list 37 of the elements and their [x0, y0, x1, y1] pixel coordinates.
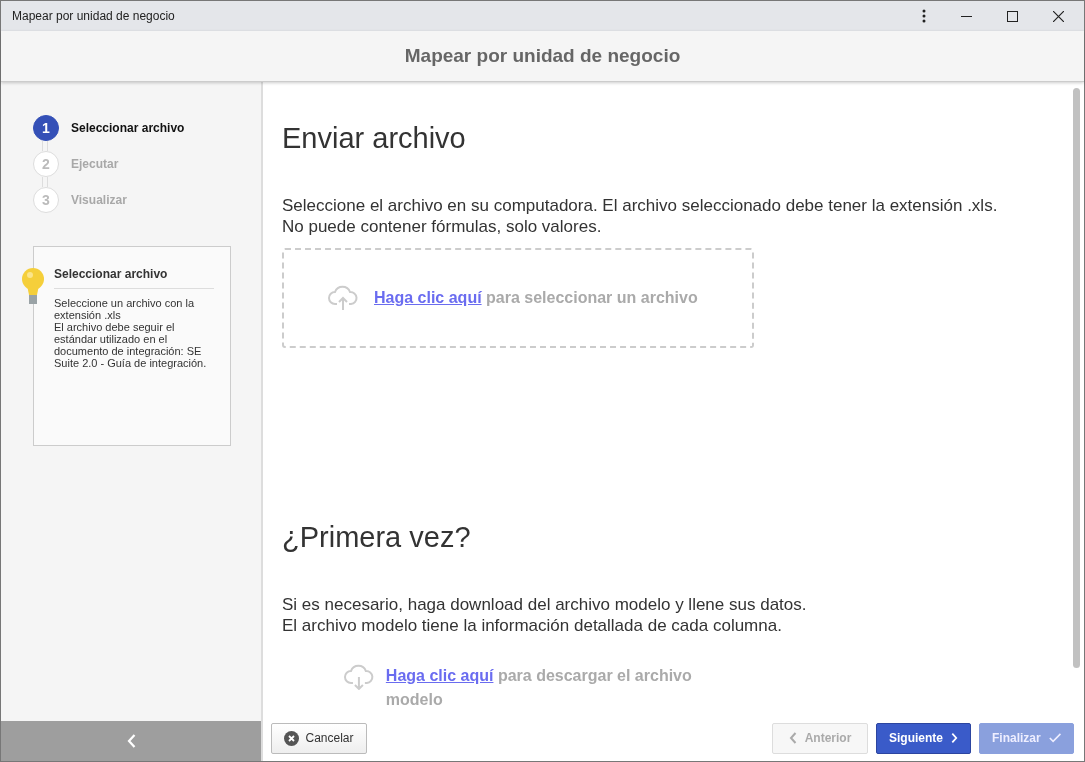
- step-label[interactable]: Ejecutar: [71, 157, 119, 171]
- select-file-link[interactable]: Haga clic aquí: [374, 289, 482, 306]
- download-model-link[interactable]: Haga clic aquí: [385, 667, 494, 684]
- step-label[interactable]: Seleccionar archivo: [71, 121, 185, 135]
- maximize-icon[interactable]: [1007, 10, 1018, 22]
- tip-title: Seleccionar archivo: [54, 267, 169, 281]
- window-title: Mapear por unidad de negocio: [12, 9, 175, 23]
- description-text: No puede contener fórmulas, solo valores.: [282, 216, 603, 237]
- cloud-upload-icon: [328, 285, 358, 311]
- description-text: El archivo modelo tiene la información detallada de cada columna.: [282, 615, 783, 636]
- drop-zone[interactable]: Haga clic aquí para seleccionar un archivo: [282, 248, 754, 348]
- close-icon[interactable]: [1053, 10, 1064, 22]
- chevron-right-icon: [951, 732, 958, 744]
- description-text: Si es necesario, haga download del archivo modelo y llene sus datos.: [282, 594, 808, 615]
- more-options-icon[interactable]: [922, 9, 926, 23]
- section-heading: ¿Primera vez?: [282, 521, 472, 554]
- download-text: Haga clic aquí para descargar el archivo modelo: [385, 666, 693, 710]
- close-circle-icon: [284, 730, 300, 746]
- description-text: Seleccione el archivo en su computadora. El archivo seleccionado debe tener la extensión .xls.: [282, 195, 999, 216]
- cloud-download-icon: [344, 664, 374, 690]
- chevron-left-icon: [788, 732, 797, 744]
- step-label[interactable]: Visualizar: [71, 193, 127, 207]
- chevron-left-icon: [126, 734, 136, 748]
- step-number: 1: [33, 115, 59, 141]
- checkmark-icon: [1048, 732, 1061, 744]
- next-button[interactable]: Siguiente: [876, 722, 971, 754]
- cancel-button[interactable]: Cancelar: [271, 722, 367, 754]
- drop-zone-text: Haga clic aquí para seleccionar un archivo: [374, 288, 698, 308]
- tip-text: Seleccione un archivo con la extensión .xls: [54, 297, 196, 321]
- section-heading: Enviar archivo: [282, 122, 467, 155]
- tip-text: El archivo debe seguir el estándar utilizado en el documento de integración: SE Suite 2.0 - Guía de integración.: [54, 321, 208, 369]
- scrollbar[interactable]: [1073, 88, 1080, 668]
- dialog-heading: Mapear por unidad de negocio: [404, 45, 681, 67]
- step-number: 2: [33, 151, 59, 177]
- minimize-icon[interactable]: [961, 15, 972, 17]
- lightbulb-icon: [21, 267, 45, 307]
- step-number: 3: [33, 187, 59, 213]
